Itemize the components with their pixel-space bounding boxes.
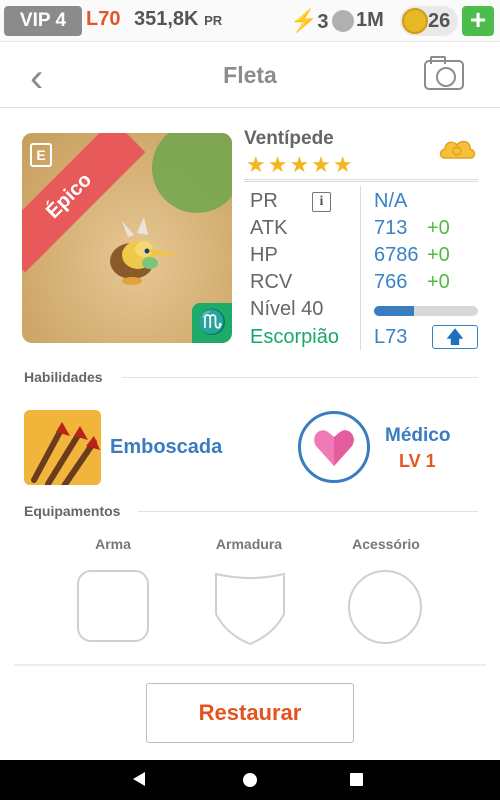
zodiac-label: Escorpião [250,326,339,348]
equipment-heading: Equipamentos [24,503,121,519]
arrows-icon-graphic [24,410,101,485]
upgrade-button[interactable]: 🡅 [432,325,478,349]
rcv-label: RCV [250,271,293,293]
player-level: L70 [86,8,121,30]
hp-value: 6786 [374,244,419,266]
rcv-bonus: +0 [427,271,450,293]
lightning-icon: ⚡ [290,8,318,33]
slot-label-accessory: Acessório [352,536,420,552]
pr-label: PR [250,190,278,212]
team-power: 351,8K PR [134,8,222,31]
skills-heading: Habilidades [24,369,103,385]
stats-column-divider [360,186,361,350]
stats-divider [244,179,478,180]
heart-icon-graphic [314,430,354,466]
monster-name: Ventípede [244,128,334,149]
passive-skill-name[interactable]: Médico [385,425,450,447]
passive-skill-level: LV 1 [399,451,436,471]
energy-value: 3 [317,11,329,33]
nav-recents-icon[interactable] [350,773,363,786]
zodiac-level: L73 [374,326,408,348]
add-currency-button[interactable]: + [462,6,494,36]
level-label: Nível 40 [250,298,324,320]
slot-label-armor: Armadura [215,536,283,552]
monster-portrait[interactable]: Épico E ♏ [22,133,232,343]
coin-value: 26 [428,10,451,32]
coin-counter[interactable]: 26 [400,6,458,36]
document-icon[interactable]: E [30,143,52,167]
coin-icon [402,8,428,34]
armor-slot[interactable] [214,570,286,646]
atk-bonus: +0 [427,217,450,239]
arrows-icon[interactable] [24,410,101,485]
android-nav-bar [0,760,500,800]
equipment-heading-line [138,511,478,512]
accessory-slot[interactable] [348,570,422,644]
monster-sprite [110,217,180,285]
arrow-up-icon: 🡅 [445,327,465,347]
camera-icon[interactable] [424,56,464,90]
xp-progress-bar [374,306,478,316]
nav-back-icon[interactable] [133,772,145,786]
nav-home-icon[interactable] [243,773,257,787]
rcv-value: 766 [374,271,408,293]
paw-counter[interactable]: 1M [332,6,384,34]
pr-value: N/A [374,190,408,212]
atk-label: ATK [250,217,288,239]
energy-counter[interactable]: ⚡3 [290,8,329,34]
heart-icon[interactable] [298,411,370,483]
paw-value: 1M [356,9,384,31]
star-rating: ★★★★★ [246,152,355,177]
active-skill-name[interactable]: Emboscada [110,436,222,459]
zodiac-badge: ♏ [192,303,232,343]
weapon-slot[interactable] [77,570,149,642]
info-icon[interactable]: i [312,192,331,212]
slot-label-weapon: Arma [95,536,131,552]
atk-value: 713 [374,217,408,239]
team-power-unit: PR [204,13,223,28]
xp-progress-fill [374,306,414,316]
grass-decoration [152,133,232,213]
paw-icon [332,9,354,32]
team-power-value: 351,8K [134,8,199,30]
hp-label: HP [250,244,278,266]
skills-heading-line [122,377,478,378]
footer-divider [14,664,486,666]
page-header: ‹ Fleta [0,42,500,108]
vip-badge[interactable]: VIP 4 [4,6,82,36]
cloud-icon[interactable] [437,136,477,164]
stats-divider-2 [244,181,478,182]
hp-bonus: +0 [427,244,450,266]
status-bar: VIP 4 L70 351,8K PR ⚡3 1M 26 + [0,0,500,42]
restore-button[interactable]: Restaurar [146,683,354,743]
